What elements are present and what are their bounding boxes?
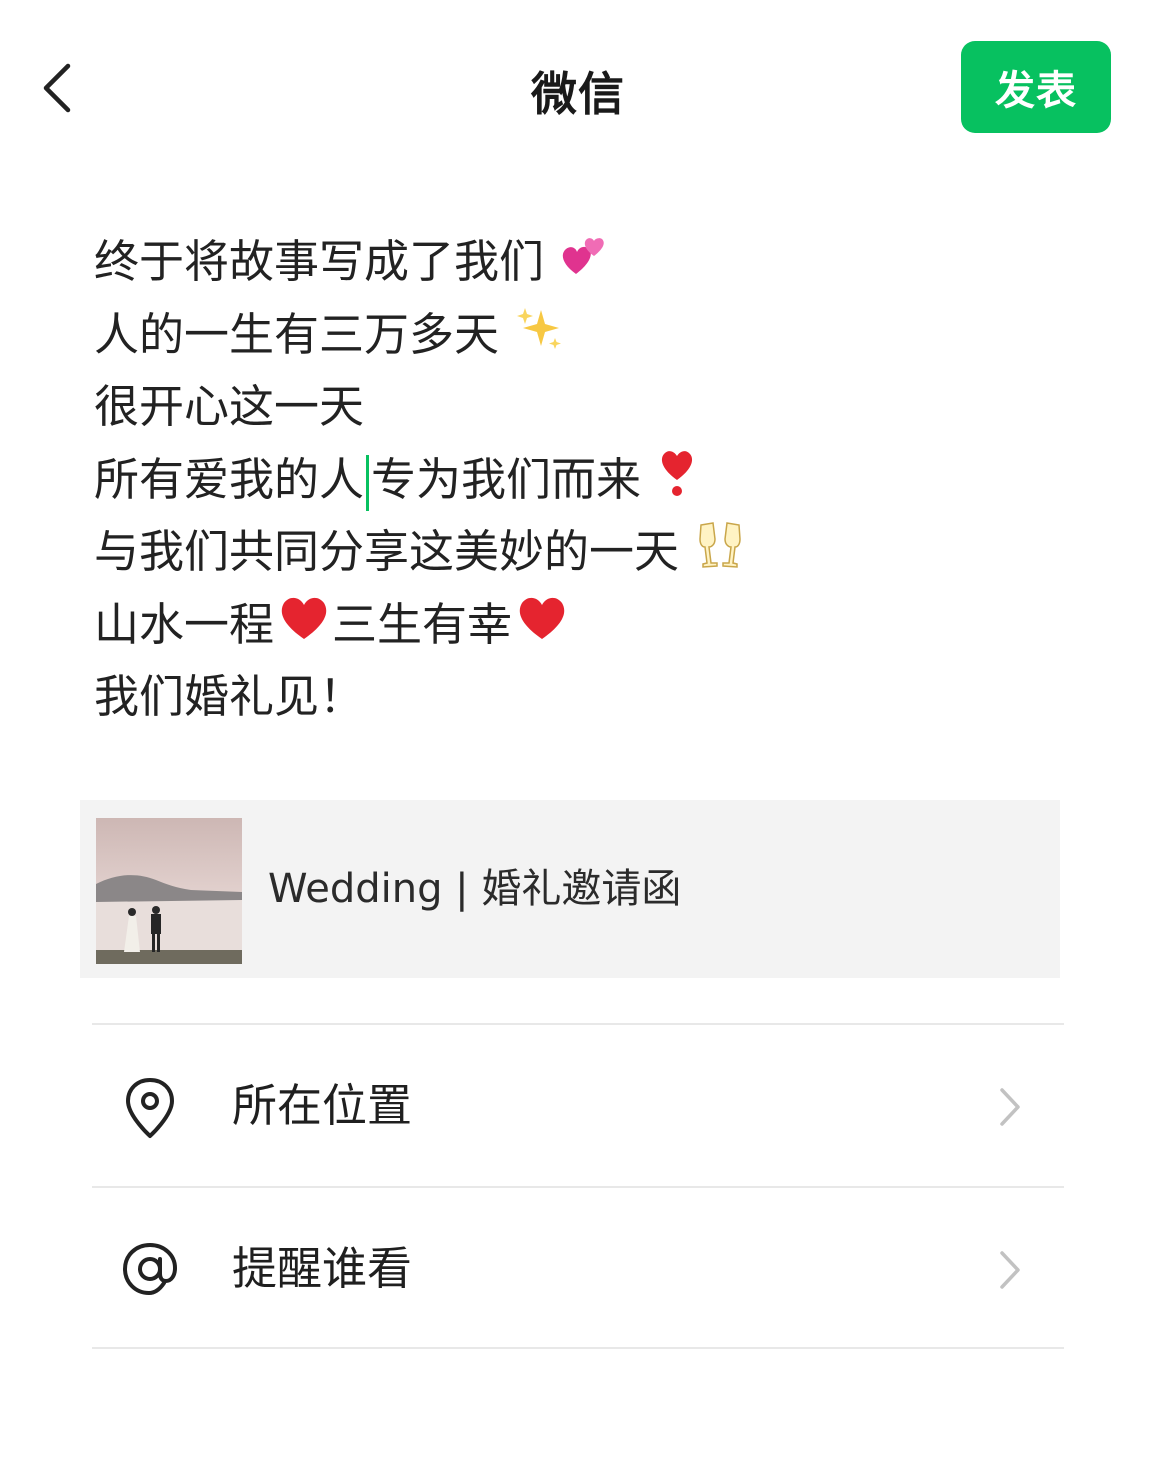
clinking-glasses-icon [695,517,745,593]
post-line-text: 人的一生有三万多天 [94,307,500,361]
link-card[interactable]: Wedding | 婚礼邀请函 [80,800,1060,978]
post-line: 人的一生有三万多天 [94,299,1054,372]
location-pin-icon [120,1076,180,1138]
mention-label: 提醒谁看 [232,1242,413,1295]
location-row[interactable]: 所在位置 [92,1026,1064,1186]
chevron-right-icon [994,1086,1024,1128]
post-line: 所有爱我的人 专为我们而来 [94,444,1054,517]
divider [92,1023,1064,1025]
chevron-right-icon [994,1249,1024,1291]
post-line: 很开心这一天 [94,371,1054,444]
post-line: 与我们共同分享这美妙的一天 [94,516,1054,589]
post-line-text: 终于将故事写成了我们 [94,235,545,288]
wedding-couple-photo-icon [96,818,242,964]
two-hearts-icon [560,229,610,302]
link-thumbnail [96,818,242,964]
post-line-text: 山水一程 [94,597,275,651]
text-caret [366,454,370,511]
divider [92,1347,1064,1349]
at-sign-icon [120,1239,180,1299]
mention-row[interactable]: 提醒谁看 [92,1189,1064,1349]
post-line-text: 我们婚礼见！ [94,670,365,723]
divider [92,1186,1064,1188]
publish-button[interactable]: 发表 [961,41,1111,133]
post-text-area[interactable]: 终于将故事写成了我们 人的一生有三万多天 很开心这一天 所有爱我的人 专为我们而来 [94,226,1054,734]
red-heart-icon [514,591,570,665]
post-line-text-before-caret: 所有爱我的人 [94,452,365,506]
post-line-text: 很开心这一天 [94,380,365,433]
link-card-title: Wedding | 婚礼邀请函 [268,866,682,912]
post-line-text: 与我们共同分享这美妙的一天 [94,525,680,578]
post-line: 我们婚礼见！ [94,661,1054,734]
post-line: 终于将故事写成了我们 [94,226,1054,299]
post-line-text-after-caret: 专为我们而来 [371,452,642,506]
post-line-text: 三生有幸 [332,597,513,651]
location-label: 所在位置 [232,1079,413,1132]
red-heart-icon [276,591,332,665]
heavy-heart-exclamation-icon [657,444,697,522]
sparkles-icon [515,301,565,374]
post-line: 山水一程 三生有幸 [94,589,1054,662]
